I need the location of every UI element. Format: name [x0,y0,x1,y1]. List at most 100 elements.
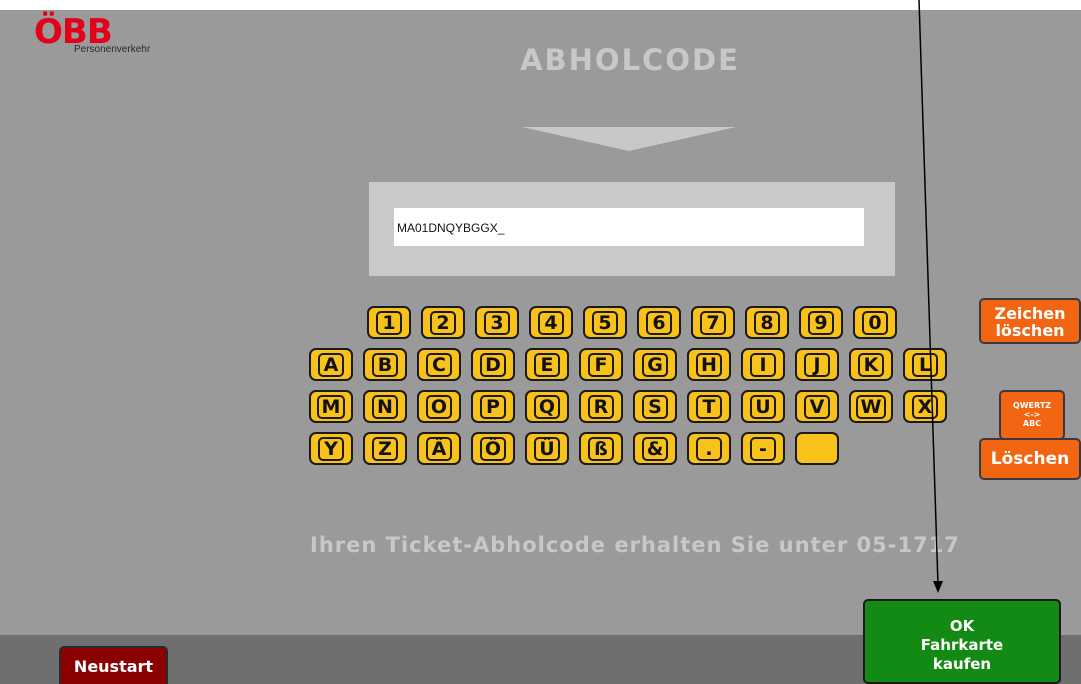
hint-text: Ihren Ticket-Abholcode erhalten Sie unte… [310,533,960,557]
key-ß[interactable]: ß [579,432,623,465]
keyboard-layout-toggle-button[interactable]: QWERTZ <-> ABC [999,390,1065,440]
ticket-machine-screen: ÖBB Personenverkehr ABHOLCODE MA01DNQYBG… [0,10,1081,684]
layout-label-2: <-> [1023,410,1041,419]
key-label: 1 [376,310,402,335]
ok-buy-ticket-button[interactable]: OK Fahrkarte kaufen [863,599,1061,684]
key-Q[interactable]: Q [525,390,569,423]
key-A[interactable]: A [309,348,353,381]
key-label: S [642,394,668,419]
key-D[interactable]: D [471,348,515,381]
key-I[interactable]: I [741,348,785,381]
key-label: I [750,352,776,377]
keyboard-row-3: Y Z Ä Ö Üß &. - [309,432,849,465]
key-S[interactable]: S [633,390,677,423]
key-label: D [480,352,506,377]
key-9[interactable]: 9 [799,306,843,339]
key-Ö[interactable]: Ö [471,432,515,465]
key-label: J [804,352,830,377]
key-label: C [426,352,452,377]
key-.[interactable]: . [687,432,731,465]
key-label: H [696,352,722,377]
key-label: W [855,394,887,419]
key-label: Y [318,436,344,461]
key-L[interactable]: L [903,348,947,381]
key-label: O [425,394,453,419]
key-label: 9 [808,310,834,335]
delete-char-button[interactable]: Zeichen löschen [979,298,1081,344]
key-label: 5 [592,310,618,335]
key-label: . [696,436,722,461]
key-label: K [858,352,884,377]
key-K[interactable]: K [849,348,893,381]
key-label: E [534,352,560,377]
key-P[interactable]: P [471,390,515,423]
key-label: F [588,352,614,377]
key-H[interactable]: H [687,348,731,381]
key-label: 7 [700,310,726,335]
key-label: Ä [426,436,452,461]
key-label: - [750,436,776,461]
key-label: Z [372,436,398,461]
key-N[interactable]: N [363,390,407,423]
key--[interactable]: - [741,432,785,465]
key-label: T [696,394,722,419]
key-label: ß [588,436,614,461]
key-label: P [480,394,506,419]
key-Ü[interactable]: Ü [525,432,569,465]
key-label: Ü [534,436,560,461]
key-label: 3 [484,310,510,335]
key-7[interactable]: 7 [691,306,735,339]
key-C[interactable]: C [417,348,461,381]
key-label: Q [533,394,561,419]
key-label: 4 [538,310,564,335]
key-label: 2 [430,310,456,335]
key-5[interactable]: 5 [583,306,627,339]
key-label: U [750,394,776,419]
pickup-code-field[interactable]: MA01DNQYBGGX_ [394,208,864,246]
key-V[interactable]: V [795,390,839,423]
layout-label-3: ABC [1022,419,1042,428]
key-label: N [372,394,398,419]
key-label: L [912,352,938,377]
key-label: R [588,394,614,419]
key-Y[interactable]: Y [309,432,353,465]
keyboard-row-2: M N O P Q R S T U VWX [309,390,957,423]
key-label: G [642,352,668,377]
key-G[interactable]: G [633,348,677,381]
key-1[interactable]: 1 [367,306,411,339]
clear-all-button[interactable]: Löschen [979,438,1081,480]
key-label: A [318,352,344,377]
key-4[interactable]: 4 [529,306,573,339]
ok-label-fahrkarte: Fahrkarte [920,636,1004,654]
delete-char-label-1: Zeichen [994,304,1066,323]
key-8[interactable]: 8 [745,306,789,339]
key-R[interactable]: R [579,390,623,423]
layout-label-1: QWERTZ [1012,401,1052,410]
ok-label: OK [949,617,975,635]
key-E[interactable]: E [525,348,569,381]
key-&[interactable]: & [633,432,677,465]
delete-char-label-2: löschen [995,321,1065,340]
key-2[interactable]: 2 [421,306,465,339]
key-Ä[interactable]: Ä [417,432,461,465]
key-0[interactable]: 0 [853,306,897,339]
key-W[interactable]: W [849,390,893,423]
key-3[interactable]: 3 [475,306,519,339]
key-Z[interactable]: Z [363,432,407,465]
key-6[interactable]: 6 [637,306,681,339]
key-U[interactable]: U [741,390,785,423]
key-X[interactable]: X [903,390,947,423]
oebb-logo-subtitle: Personenverkehr [74,44,151,55]
key-M[interactable]: M [309,390,353,423]
code-input-panel: MA01DNQYBGGX_ [369,182,895,276]
key-label: Ö [479,436,507,461]
restart-button[interactable]: Neustart [59,646,168,684]
key-J[interactable]: J [795,348,839,381]
keyboard-row-1: A B C D E F G H I J K L [309,348,957,381]
key-label: 8 [754,310,780,335]
key-blank[interactable] [795,432,839,465]
key-T[interactable]: T [687,390,731,423]
key-O[interactable]: O [417,390,461,423]
key-F[interactable]: F [579,348,623,381]
key-B[interactable]: B [363,348,407,381]
